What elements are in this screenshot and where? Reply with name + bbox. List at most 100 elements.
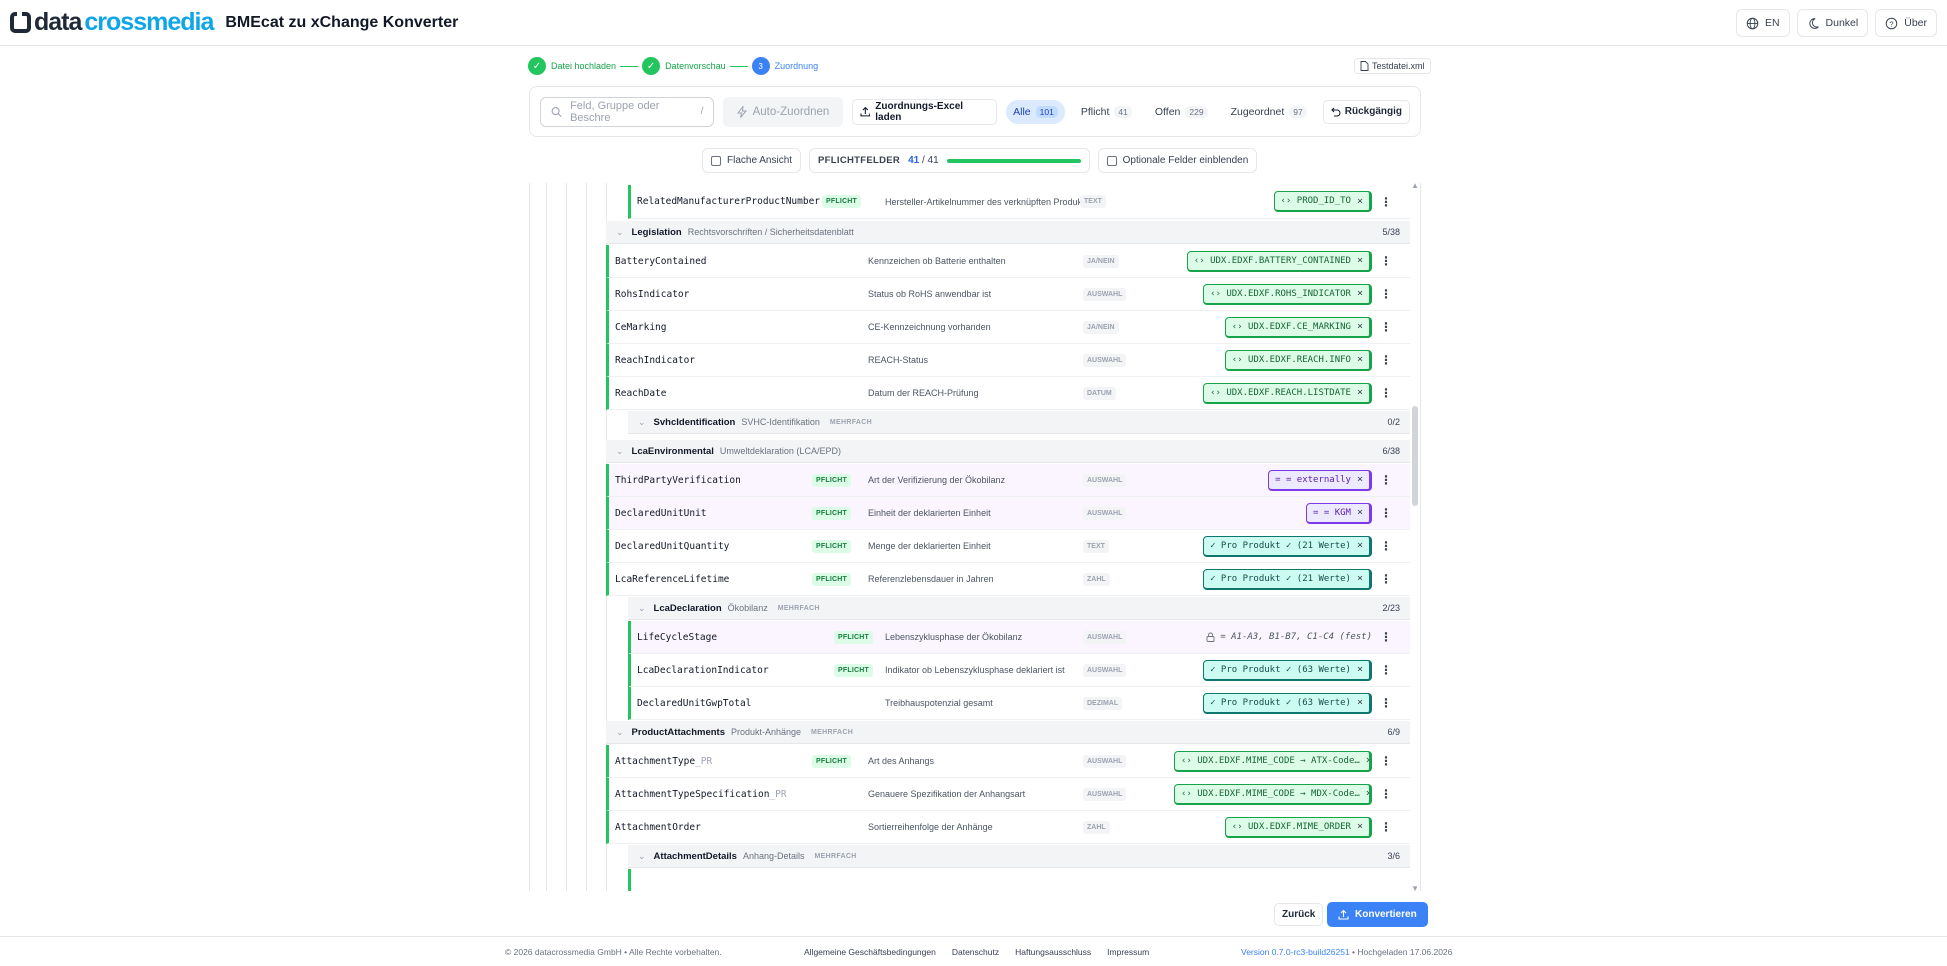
field-row[interactable]: AttachmentType_PR PFLICHT Art des Anhang… xyxy=(606,745,1410,778)
scroll-up-icon[interactable]: ▲ xyxy=(1411,183,1419,190)
mapping-chip[interactable]: ‹› UDX.EDXF.BATTERY_CONTAINED × xyxy=(1186,250,1372,272)
mapping-chip[interactable]: ‹› UDX.EDXF.MIME_CODE → MDX-Code… × xyxy=(1174,783,1372,805)
row-menu-icon[interactable]: ⋮ xyxy=(1380,287,1392,301)
row-menu-icon[interactable]: ⋮ xyxy=(1380,320,1392,334)
field-row[interactable]: ReachDate Datum der REACH-Prüfung DATUM … xyxy=(606,377,1410,410)
row-menu-icon[interactable]: ⋮ xyxy=(1380,754,1392,768)
convert-button[interactable]: Konvertieren xyxy=(1327,902,1428,927)
remove-icon[interactable]: × xyxy=(1357,255,1363,266)
group-header[interactable]: ⌄ Legislation Rechtsvorschriften / Siche… xyxy=(606,221,1410,244)
remove-icon[interactable]: × xyxy=(1357,573,1363,584)
per-product-mapping-chip[interactable]: ✓ Pro Produkt ✓ (63 Werte) × xyxy=(1203,659,1372,681)
field-row[interactable]: DeclaredUnitGwpTotal Treibhauspotenzial … xyxy=(628,687,1410,720)
field-row[interactable]: LifeCycleStage PFLICHT Lebenszyklusphase… xyxy=(628,621,1410,654)
remove-icon[interactable]: × xyxy=(1357,540,1363,551)
mapping-chip[interactable]: ‹› UDX.EDXF.MIME_ORDER × xyxy=(1224,816,1372,838)
language-button[interactable]: EN xyxy=(1735,9,1790,37)
remove-icon[interactable]: × xyxy=(1357,288,1363,299)
row-menu-icon[interactable]: ⋮ xyxy=(1380,506,1392,520)
scrollbar-thumb[interactable] xyxy=(1412,406,1418,506)
field-row[interactable]: RohsIndicator Status ob RoHS anwendbar i… xyxy=(606,278,1410,311)
footer-link-privacy[interactable]: Datenschutz xyxy=(952,947,999,957)
constant-mapping-chip[interactable]: = = externally × xyxy=(1268,469,1372,491)
filter-tab-all[interactable]: Alle 101 xyxy=(1006,99,1065,124)
file-badge[interactable]: Testdatei.xml xyxy=(1354,58,1431,74)
brand-logo[interactable]: data crossmedia xyxy=(10,8,214,37)
search-input[interactable]: Feld, Gruppe oder Beschre / xyxy=(540,96,715,127)
group-header[interactable]: ⌄ SvhcIdentification SVHC-Identifikation… xyxy=(628,411,1410,434)
scrollbar[interactable]: ▲ ▼ xyxy=(1410,183,1420,891)
row-menu-icon[interactable]: ⋮ xyxy=(1380,696,1392,710)
row-menu-icon[interactable]: ⋮ xyxy=(1380,663,1392,677)
row-menu-icon[interactable]: ⋮ xyxy=(1380,386,1392,400)
mapping-chip[interactable]: ‹› UDX.EDXF.MIME_CODE → ATX-Code… × xyxy=(1174,750,1372,772)
load-excel-button[interactable]: Zuordnungs-Excel laden xyxy=(851,98,998,125)
mapping-chip[interactable]: ‹› UDX.EDXF.ROHS_INDICATOR × xyxy=(1203,283,1372,305)
row-menu-icon[interactable]: ⋮ xyxy=(1380,473,1392,487)
scroll-down-icon[interactable]: ▼ xyxy=(1411,884,1419,891)
remove-icon[interactable]: × xyxy=(1357,196,1363,207)
filter-tab-mapped[interactable]: Zugeordnet 97 xyxy=(1224,100,1314,124)
theme-toggle-button[interactable]: Dunkel xyxy=(1796,9,1869,37)
group-header[interactable]: ⌄ AttachmentDetails Anhang-Details MEHRF… xyxy=(628,845,1410,868)
group-header[interactable]: ⌄ ProductAttachments Produkt-Anhänge MEH… xyxy=(606,721,1410,744)
group-header[interactable]: ⌄ LcaEnvironmental Umweltdeklaration (LC… xyxy=(606,440,1410,463)
field-row[interactable]: DeclaredUnitQuantity PFLICHT Menge der d… xyxy=(606,530,1410,563)
optional-fields-toggle[interactable]: Optionale Felder einblenden xyxy=(1097,148,1258,173)
per-product-mapping-chip[interactable]: ✓ Pro Produkt ✓ (21 Werte) × xyxy=(1203,568,1372,590)
step-upload[interactable]: ✓ Datei hochladen xyxy=(528,57,616,75)
remove-icon[interactable]: × xyxy=(1357,474,1363,485)
per-product-mapping-chip[interactable]: ✓ Pro Produkt ✓ (63 Werte) × xyxy=(1203,692,1372,714)
field-row[interactable]: DeclaredUnitUnit PFLICHT Einheit der dek… xyxy=(606,497,1410,530)
back-button[interactable]: Zurück xyxy=(1274,903,1324,926)
checkbox[interactable] xyxy=(711,155,721,166)
mapping-chip[interactable]: ‹› UDX.EDXF.REACH.LISTDATE × xyxy=(1203,382,1372,404)
remove-icon[interactable]: × xyxy=(1357,821,1363,832)
field-row[interactable]: CeMarking CE-Kennzeichnung vorhanden JA/… xyxy=(606,311,1410,344)
remove-icon[interactable]: × xyxy=(1357,664,1363,675)
field-row[interactable]: RelatedManufacturerProductNumber PFLICHT… xyxy=(628,185,1410,219)
filter-tab-required[interactable]: Pflicht 41 xyxy=(1074,100,1139,124)
row-menu-icon[interactable]: ⋮ xyxy=(1380,820,1392,834)
mapping-chip[interactable]: ‹› PROD_ID_TO × xyxy=(1273,191,1372,212)
field-row[interactable]: LcaReferenceLifetime PFLICHT Referenzleb… xyxy=(606,563,1410,596)
about-button[interactable]: ? Über xyxy=(1875,9,1937,37)
row-menu-icon[interactable]: ⋮ xyxy=(1380,195,1392,209)
remove-icon[interactable]: × xyxy=(1366,788,1369,799)
remove-icon[interactable]: × xyxy=(1357,354,1363,365)
remove-icon[interactable]: × xyxy=(1357,387,1363,398)
field-row[interactable]: ReachIndicator REACH-Status AUSWAHL ‹› U… xyxy=(606,344,1410,377)
mapping-chip[interactable]: ‹› UDX.EDXF.REACH.INFO × xyxy=(1224,349,1372,371)
row-menu-icon[interactable]: ⋮ xyxy=(1380,539,1392,553)
mapping-chip[interactable]: ‹› UDX.EDXF.CE_MARKING × xyxy=(1224,316,1372,338)
field-row[interactable]: ThirdPartyVerification PFLICHT Art der V… xyxy=(606,464,1410,497)
row-menu-icon[interactable]: ⋮ xyxy=(1380,254,1392,268)
footer-link-disclaimer[interactable]: Haftungsausschluss xyxy=(1015,947,1091,957)
remove-icon[interactable]: × xyxy=(1357,697,1363,708)
checkbox[interactable] xyxy=(1106,155,1117,166)
remove-icon[interactable]: × xyxy=(1366,755,1369,766)
group-header[interactable]: ⌄ LcaDeclaration Ökobilanz MEHRFACH 2/23 xyxy=(628,597,1410,620)
step-mapping[interactable]: 3 Zuordnung xyxy=(751,57,818,75)
row-menu-icon[interactable]: ⋮ xyxy=(1380,787,1392,801)
constant-mapping-chip[interactable]: = = KGM × xyxy=(1306,502,1372,524)
per-product-mapping-chip[interactable]: ✓ Pro Produkt ✓ (21 Werte) × xyxy=(1203,535,1372,557)
row-menu-icon[interactable]: ⋮ xyxy=(1380,630,1392,644)
field-row[interactable]: LcaDeclarationIndicator PFLICHT Indikato… xyxy=(628,654,1410,687)
footer: © 2026 datacrossmedia GmbH • Alle Rechte… xyxy=(0,936,1947,966)
row-menu-icon[interactable]: ⋮ xyxy=(1380,353,1392,367)
undo-button[interactable]: Rückgängig xyxy=(1322,99,1410,124)
footer-link-imprint[interactable]: Impressum xyxy=(1107,947,1149,957)
field-row[interactable]: BatteryContained Kennzeichen ob Batterie… xyxy=(606,245,1410,278)
remove-icon[interactable]: × xyxy=(1357,321,1363,332)
field-row[interactable]: AttachmentTypeSpecification_PR Genauere … xyxy=(606,778,1410,811)
remove-icon[interactable]: × xyxy=(1357,507,1363,518)
footer-link-terms[interactable]: Allgemeine Geschäftsbedingungen xyxy=(804,947,936,957)
step-preview[interactable]: ✓ Datenvorschau xyxy=(642,57,726,75)
auto-map-button[interactable]: Auto-Zuordnen xyxy=(723,96,843,127)
flat-view-toggle[interactable]: Flache Ansicht xyxy=(702,148,802,173)
field-row-partial[interactable] xyxy=(628,869,1410,891)
field-row[interactable]: AttachmentOrder Sortierreihenfolge der A… xyxy=(606,811,1410,844)
filter-tab-open[interactable]: Offen 229 xyxy=(1148,100,1215,124)
row-menu-icon[interactable]: ⋮ xyxy=(1380,572,1392,586)
